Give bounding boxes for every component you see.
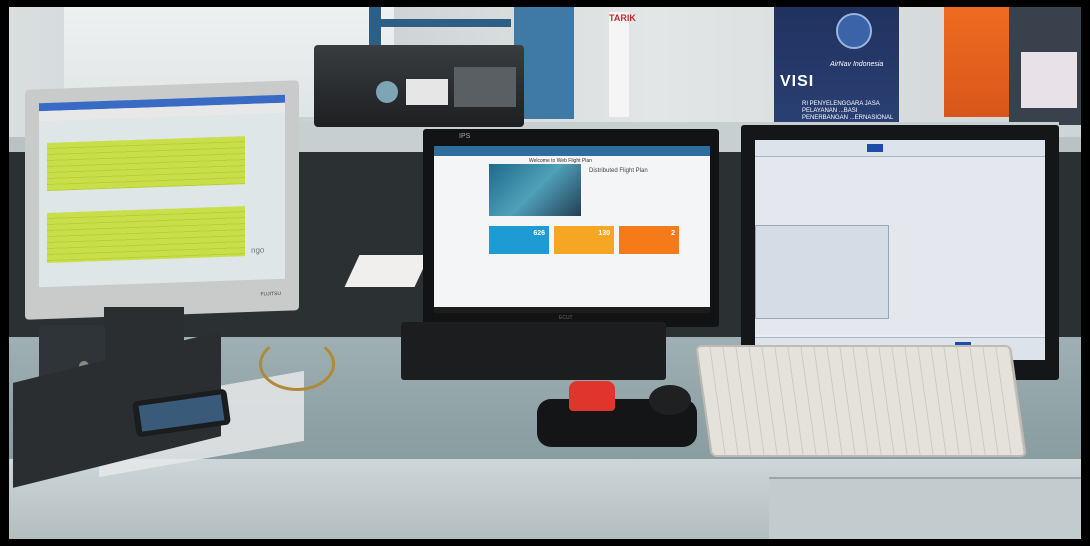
red-button xyxy=(569,381,615,411)
mouse xyxy=(649,385,691,415)
atc-selected-button xyxy=(867,144,883,152)
left-monitor-screen: ngo xyxy=(39,94,285,288)
airnav-logo xyxy=(836,13,872,49)
hero-image xyxy=(489,164,581,216)
monitor-brand: FUJITSU xyxy=(260,290,281,298)
phone-screen xyxy=(138,394,225,432)
monitor-brand: ECUT xyxy=(559,315,573,321)
poster-subline: RI PENYELENGGARA JASA PELAYANAN ...BASI … xyxy=(802,101,894,121)
window-frame-bar xyxy=(381,19,511,27)
poster-org: AirNav Indonesia xyxy=(830,61,884,68)
right-monitor xyxy=(741,125,1059,380)
printer-grill xyxy=(454,67,516,107)
monitor-tag: IPS xyxy=(459,133,471,140)
center-monitor: IPS Welcome to Web Flight Plan Distribut… xyxy=(423,129,719,327)
web-header xyxy=(434,146,710,156)
right-monitor-screen xyxy=(755,140,1045,360)
center-keyboard xyxy=(401,322,666,380)
airnav-poster: AirNav Indonesia VISI RI PENYELENGGARA J… xyxy=(774,7,899,125)
right-keyboard xyxy=(695,345,1027,457)
photo: TARIK AirNav Indonesia VISI RI PENYELENG… xyxy=(9,7,1081,539)
data-grid-top xyxy=(47,136,245,192)
poster-headline: VISI xyxy=(780,73,815,90)
router xyxy=(344,255,430,287)
stat-tile-1: 626 xyxy=(489,226,549,254)
stat-tile-3: 2 xyxy=(619,226,679,254)
flight-list-panel xyxy=(755,225,889,319)
center-monitor-screen: Welcome to Web Flight Plan Distributed F… xyxy=(434,146,710,313)
printer-disc xyxy=(376,81,398,103)
atc-toolbar xyxy=(755,140,1045,157)
cabinet xyxy=(769,477,1081,539)
kiosk-screen xyxy=(1021,52,1077,108)
feature-title: Distributed Flight Plan xyxy=(589,168,648,174)
data-grid-bottom xyxy=(47,206,245,264)
taskbar xyxy=(434,307,710,313)
printer-label xyxy=(406,79,448,105)
screen-logo: ngo xyxy=(251,245,265,255)
left-monitor: ngo FUJITSU xyxy=(25,80,299,320)
kiosk xyxy=(1009,7,1081,125)
stat-tile-2: 130 xyxy=(554,226,614,254)
printer xyxy=(314,45,524,127)
window-sign: TARIK xyxy=(609,12,636,117)
cable xyxy=(259,337,335,391)
